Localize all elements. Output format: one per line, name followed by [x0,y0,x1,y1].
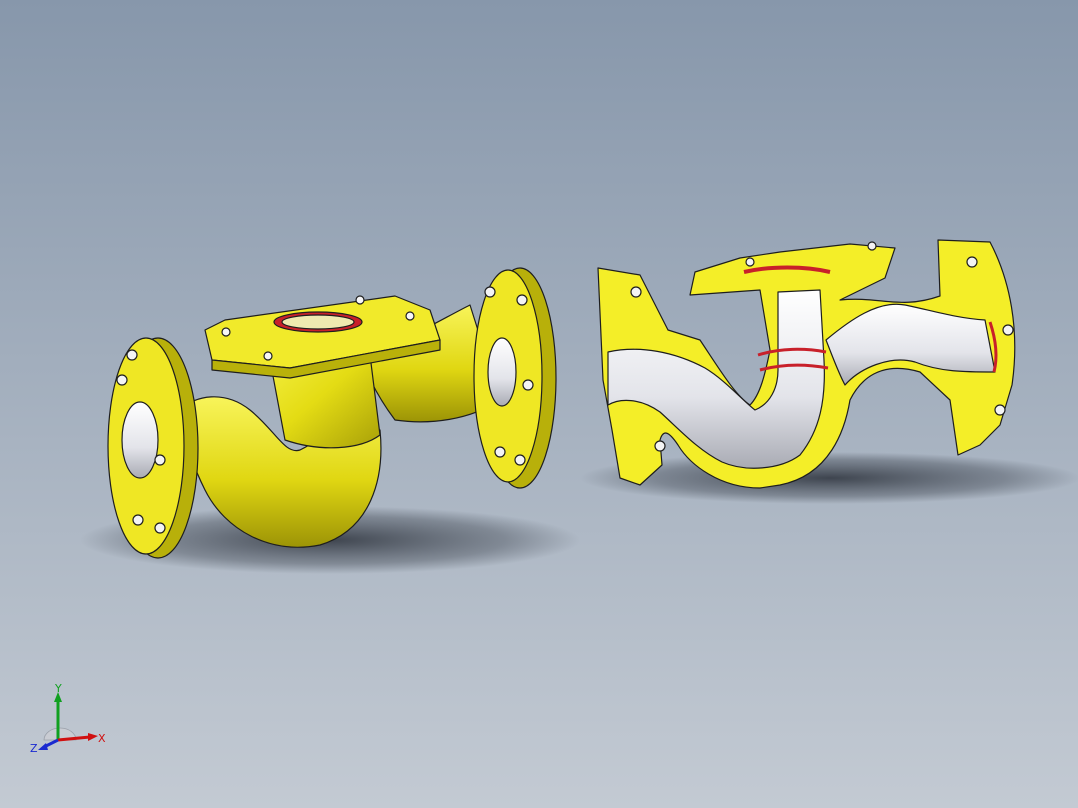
bolt-hole [994,404,1006,416]
bolt-hole [630,286,642,298]
y-axis-label: Y [54,684,62,695]
bolt-hole [1002,324,1014,336]
top-port-bore [281,314,355,330]
bolt-hole [745,257,755,267]
bolt-hole [484,286,496,298]
bolt-hole [867,241,877,251]
bolt-hole [355,295,365,305]
bolt-hole [494,446,506,458]
bolt-hole [154,522,166,534]
model-scene[interactable] [0,0,1078,808]
z-axis-label: Z [30,742,38,755]
bolt-hole [132,514,144,526]
coordinate-triad[interactable]: Y X Z [30,684,110,764]
left-flange-bore [121,401,159,479]
bolt-hole [654,440,666,452]
bolt-hole [126,349,138,361]
bolt-hole [154,454,166,466]
bolt-hole [966,256,978,268]
right-flange-bore [487,337,517,407]
valve-body-section[interactable] [597,239,1016,489]
3d-viewport[interactable]: Y X Z [0,0,1078,808]
z-axis-head [38,743,48,750]
bolt-hole [116,374,128,386]
x-axis-head [88,733,98,741]
bolt-hole [514,454,526,466]
bolt-hole [221,327,231,337]
bolt-hole [522,379,534,391]
x-axis-label: X [98,732,106,745]
bolt-hole [516,294,528,306]
bolt-hole [263,351,273,361]
bolt-hole [405,311,415,321]
